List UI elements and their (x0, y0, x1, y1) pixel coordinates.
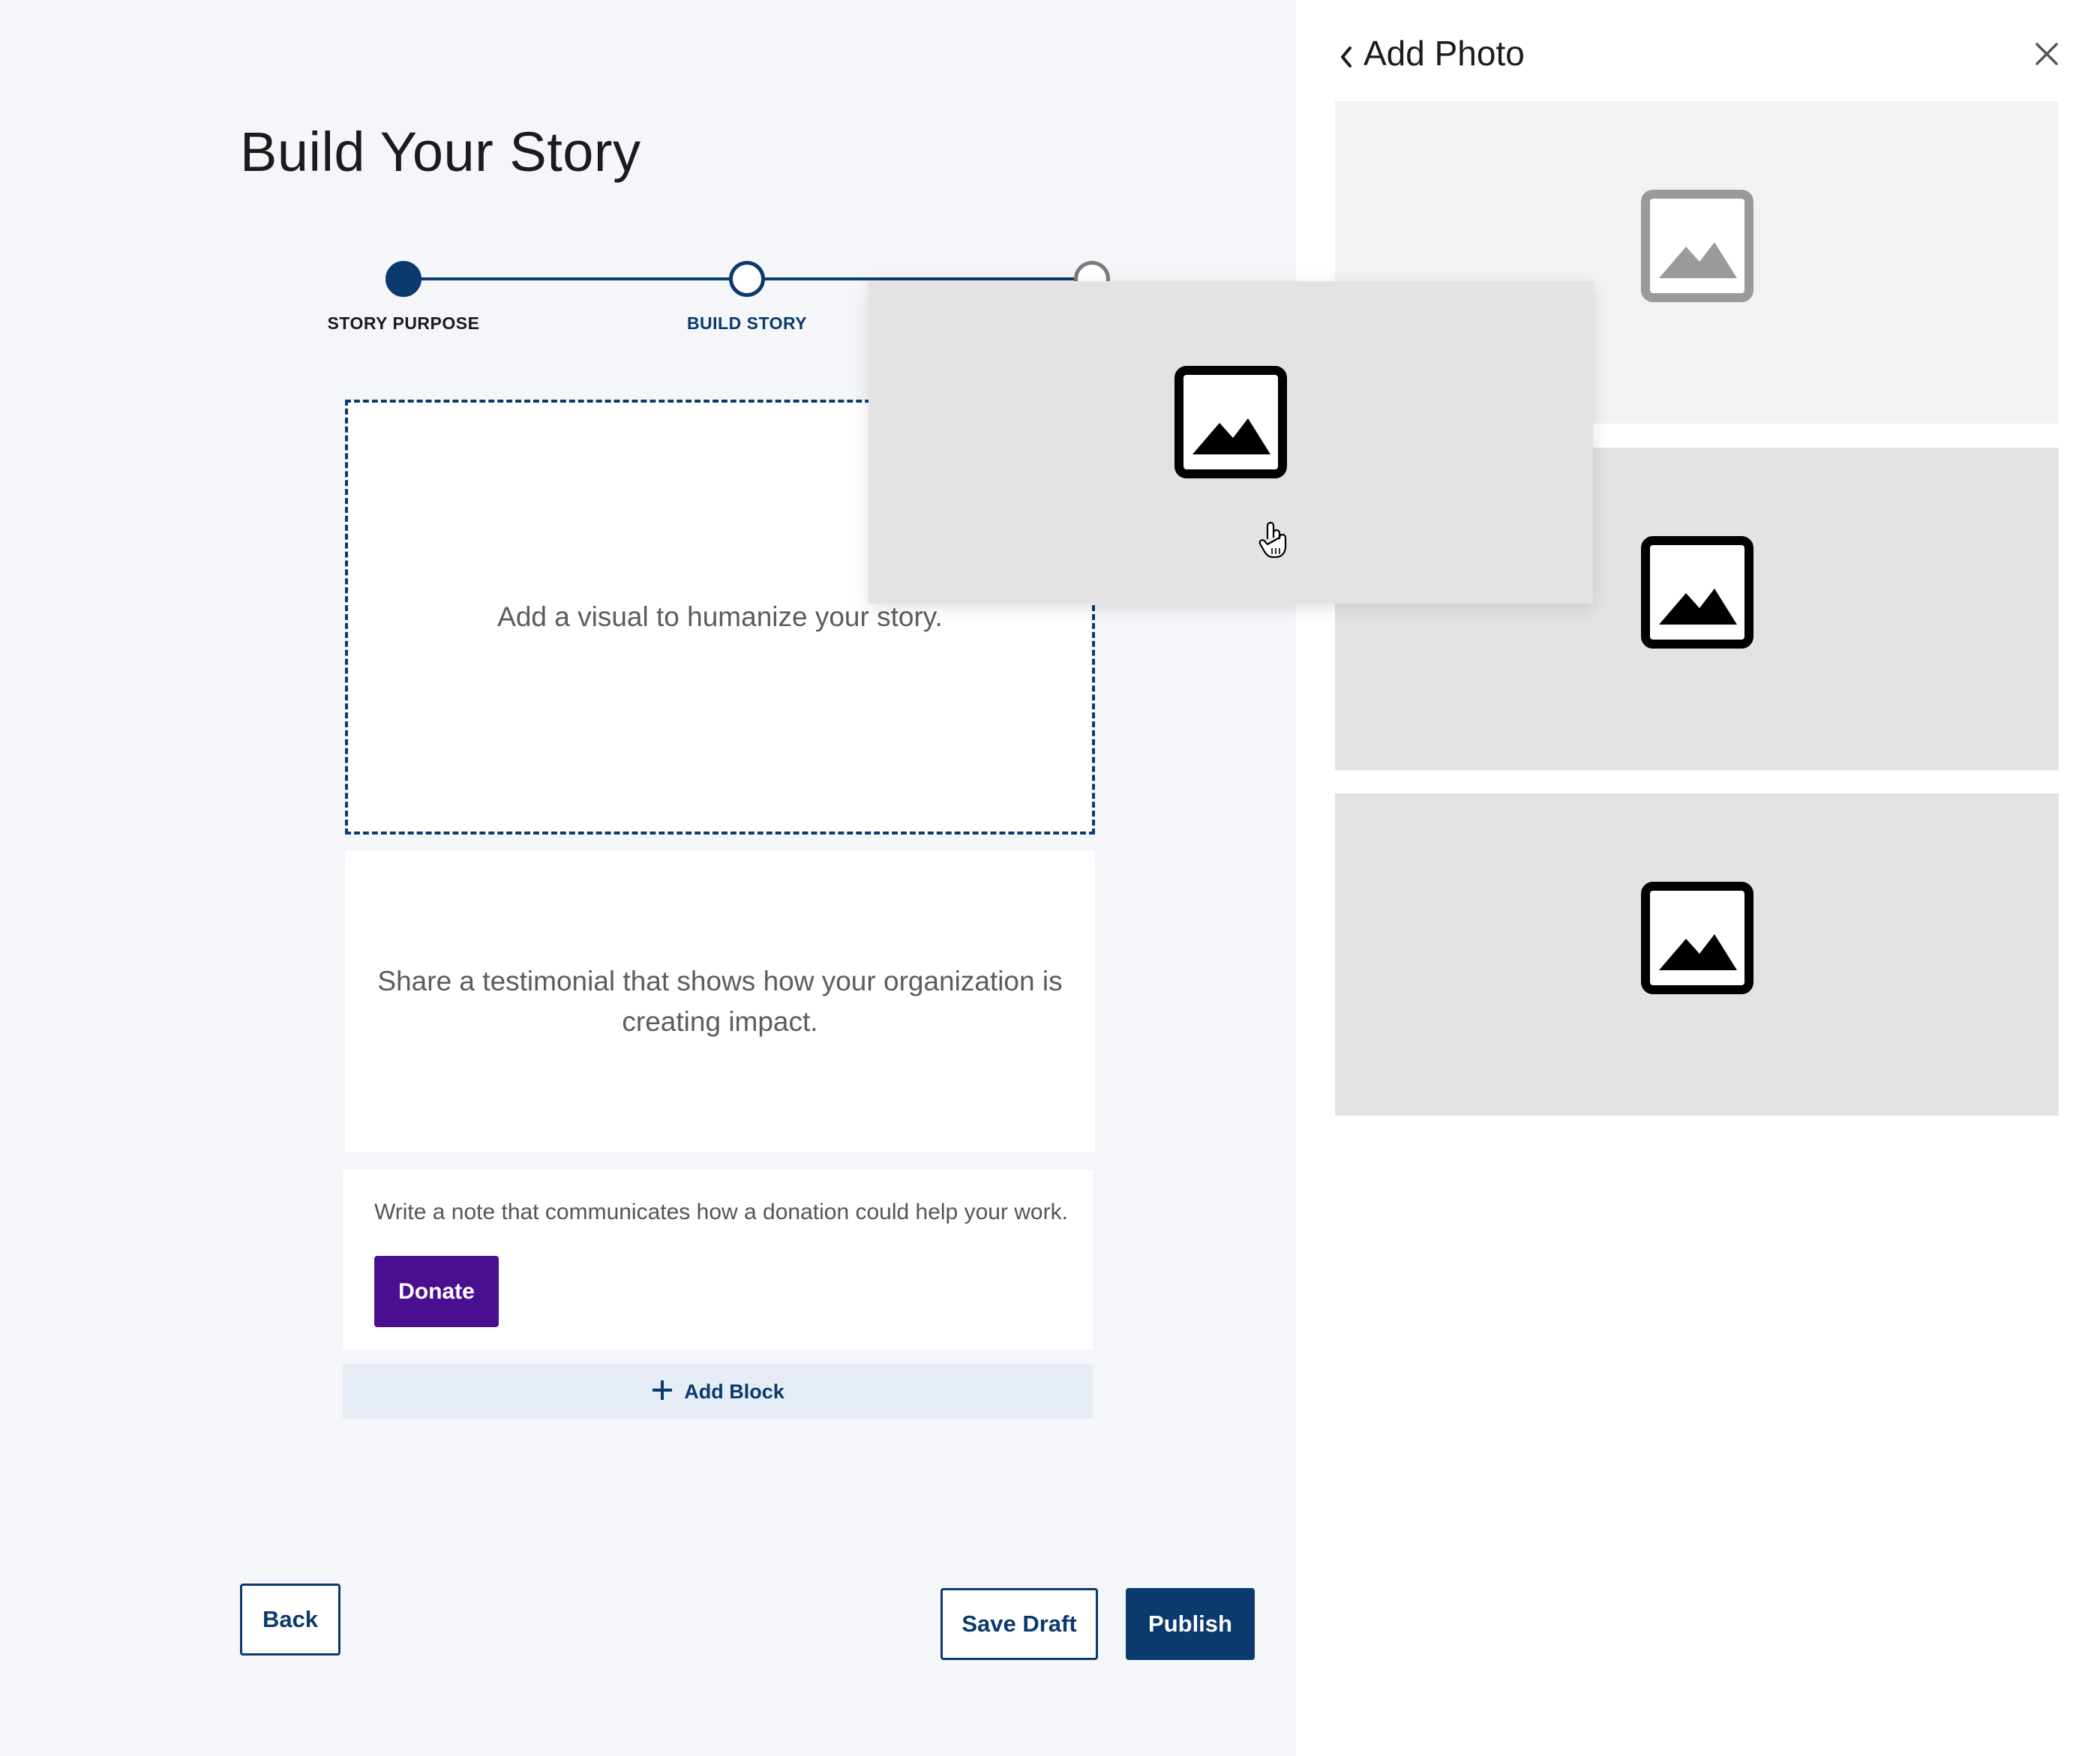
image-icon (1174, 365, 1287, 482)
publish-button[interactable]: Publish (1126, 1588, 1255, 1660)
page-title: Build Your Story (240, 121, 641, 183)
image-icon (1640, 881, 1754, 998)
image-icon (1640, 535, 1754, 652)
step-label-build-story: BUILD STORY (686, 313, 808, 333)
panel-title: Add Photo (1364, 34, 1525, 73)
add-block-label: Add Block (684, 1380, 784, 1403)
step-dot-story-purpose[interactable] (386, 261, 422, 297)
testimonial-block[interactable]: Share a testimonial that shows how your … (345, 851, 1095, 1152)
step-connector (404, 277, 747, 280)
photo-option-3[interactable] (1335, 793, 2059, 1116)
chevron-left-icon[interactable] (1331, 34, 1361, 79)
add-block-button[interactable]: Add Block (343, 1365, 1093, 1419)
step-dot-build-story[interactable] (729, 261, 765, 297)
save-draft-button[interactable]: Save Draft (940, 1588, 1098, 1660)
donation-block[interactable]: Write a note that communicates how a don… (343, 1170, 1093, 1350)
plus-icon (651, 1377, 674, 1407)
story-editor: Build Your Story STORY PURPOSE BUILD STO… (0, 0, 1296, 1756)
donate-button[interactable]: Donate (374, 1256, 499, 1327)
close-icon[interactable] (2029, 36, 2065, 72)
step-label-story-purpose: STORY PURPOSE (327, 313, 480, 333)
donation-note-text[interactable]: Write a note that communicates how a don… (374, 1200, 1068, 1225)
back-button[interactable]: Back (240, 1584, 340, 1656)
testimonial-placeholder-text: Share a testimonial that shows how your … (377, 966, 1063, 1037)
dragged-photo[interactable] (868, 281, 1593, 604)
image-icon (1640, 189, 1754, 306)
hand-cursor-icon (1257, 521, 1290, 560)
step-connector (747, 277, 1092, 280)
